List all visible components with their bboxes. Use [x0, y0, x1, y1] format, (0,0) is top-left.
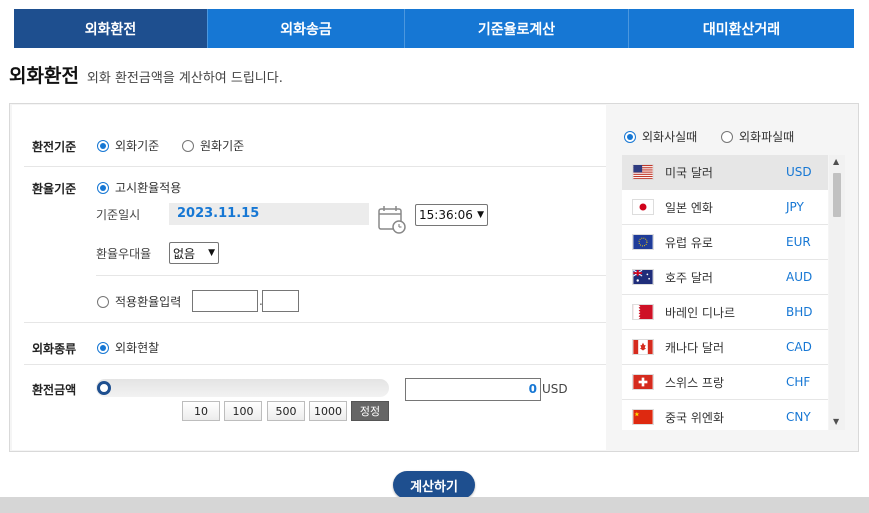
divider	[24, 364, 606, 365]
tab-bar: 외화환전 외화송금 기준율로계산 대미환산거래	[14, 9, 854, 48]
canada-flag-icon	[632, 339, 654, 355]
calculate-button[interactable]: 계산하기	[393, 471, 475, 499]
currency-code: BHD	[786, 305, 813, 319]
rate-basis-label: 환율기준	[32, 182, 77, 196]
currency-name: 미국 달러	[665, 165, 713, 180]
radio-foreign-basis[interactable]: 외화기준	[97, 137, 159, 154]
currency-list: 미국 달러 USD 일본 엔화 JPY 유럽 유로 EUR 호주 달러 AUD …	[622, 155, 828, 430]
currency-name: 바레인 디나르	[665, 305, 736, 320]
calculator-panel: 환전기준 외화기준 원화기준 환율기준 고시환율적용 기준일시 2023.11.…	[9, 103, 859, 452]
divider	[24, 166, 606, 167]
tab-exchange[interactable]: 외화환전	[14, 9, 208, 48]
currency-name: 일본 엔화	[665, 200, 713, 215]
preferential-rate-label: 환율우대율	[96, 247, 152, 261]
currency-code: CAD	[786, 340, 812, 354]
currency-code: AUD	[786, 270, 813, 284]
amount-unit: USD	[542, 382, 568, 396]
currency-name: 중국 위엔화	[665, 410, 725, 425]
base-date-field[interactable]: 2023.11.15	[169, 203, 369, 225]
reset-button[interactable]: 정정	[351, 401, 389, 421]
eu-flag-icon	[632, 234, 654, 250]
currency-kind-label: 외화종류	[32, 342, 77, 356]
currency-code: CNY	[786, 410, 811, 424]
amount-input[interactable]: 0	[405, 378, 541, 401]
currency-row-cad[interactable]: 캐나다 달러 CAD	[622, 330, 828, 365]
radio-cash[interactable]: 외화현찰	[97, 339, 159, 356]
currency-code: EUR	[786, 235, 811, 249]
page-title: 외화환전	[9, 65, 79, 87]
currency-code: CHF	[786, 375, 811, 389]
currency-row-chf[interactable]: 스위스 프랑 CHF	[622, 365, 828, 400]
radio-icon	[97, 139, 109, 152]
divider	[96, 275, 606, 276]
base-date-label: 기준일시	[96, 208, 141, 222]
radio-won-basis[interactable]: 원화기준	[182, 137, 244, 154]
amount-label: 환전금액	[32, 383, 77, 397]
currency-list-scrollbar[interactable]: ▲ ▼	[829, 155, 845, 430]
scrollbar-thumb[interactable]	[833, 173, 841, 217]
currency-code: USD	[786, 165, 812, 179]
quick-500-button[interactable]: 500	[267, 401, 305, 421]
currency-panel: 외화사실때 외화파실때 미국 달러 USD 일본 엔화 JPY 유럽 유로 EU…	[607, 105, 857, 450]
currency-row-usd[interactable]: 미국 달러 USD	[622, 155, 828, 190]
australia-flag-icon	[632, 269, 654, 285]
bahrain-flag-icon	[632, 304, 654, 320]
manual-rate-decimal-input[interactable]	[262, 290, 299, 312]
page-heading: 외화환전 외화 환전금액을 계산하여 드립니다.	[9, 61, 283, 88]
tab-base-rate-calc[interactable]: 기준율로계산	[405, 9, 629, 48]
currency-name: 스위스 프랑	[665, 375, 725, 390]
amount-slider-track[interactable]	[96, 379, 389, 397]
radio-icon	[182, 139, 194, 152]
china-flag-icon	[632, 409, 654, 425]
preferential-rate-select[interactable]: 없음 ▼	[169, 242, 219, 264]
radio-buy-foreign[interactable]: 외화사실때	[624, 128, 697, 145]
tab-remittance[interactable]: 외화송금	[208, 9, 405, 48]
form-area: 환전기준 외화기준 원화기준 환율기준 고시환율적용 기준일시 2023.11.…	[12, 105, 606, 450]
manual-rate-integer-input[interactable]	[192, 290, 258, 312]
quick-100-button[interactable]: 100	[224, 401, 262, 421]
exchange-basis-label: 환전기준	[32, 140, 77, 154]
currency-name: 호주 달러	[665, 270, 713, 285]
chevron-down-icon: ▼	[208, 248, 215, 258]
currency-code: JPY	[786, 200, 804, 214]
radio-notice-rate[interactable]: 고시환율적용	[97, 179, 181, 196]
switzerland-flag-icon	[632, 374, 654, 390]
radio-icon	[721, 130, 733, 143]
japan-flag-icon	[632, 199, 654, 215]
radio-icon	[97, 181, 109, 194]
radio-manual-rate[interactable]: 적용환율입력	[97, 293, 181, 310]
time-select[interactable]: 15:36:06 ▼	[415, 204, 488, 226]
currency-row-bhd[interactable]: 바레인 디나르 BHD	[622, 295, 828, 330]
scroll-down-icon[interactable]: ▼	[833, 417, 839, 426]
calendar-icon[interactable]	[377, 204, 407, 234]
radio-icon	[97, 295, 109, 308]
currency-row-jpy[interactable]: 일본 엔화 JPY	[622, 190, 828, 225]
radio-sell-foreign[interactable]: 외화파실때	[721, 128, 794, 145]
divider	[24, 322, 606, 323]
amount-slider-handle[interactable]	[97, 381, 111, 395]
scroll-up-icon[interactable]: ▲	[833, 157, 839, 166]
currency-name: 캐나다 달러	[665, 340, 725, 355]
currency-row-cny[interactable]: 중국 위엔화 CNY	[622, 400, 828, 430]
chevron-down-icon: ▼	[477, 210, 484, 220]
quick-1000-button[interactable]: 1000	[309, 401, 347, 421]
us-flag-icon	[632, 164, 654, 180]
currency-name: 유럽 유로	[665, 235, 713, 250]
page-subtitle: 외화 환전금액을 계산하여 드립니다.	[86, 71, 283, 86]
radio-icon	[97, 341, 109, 354]
radio-icon	[624, 130, 636, 143]
currency-row-aud[interactable]: 호주 달러 AUD	[622, 260, 828, 295]
page-bottom-band	[0, 497, 869, 513]
quick-10-button[interactable]: 10	[182, 401, 220, 421]
tab-usd-conversion[interactable]: 대미환산거래	[629, 9, 854, 48]
currency-row-eur[interactable]: 유럽 유로 EUR	[622, 225, 828, 260]
